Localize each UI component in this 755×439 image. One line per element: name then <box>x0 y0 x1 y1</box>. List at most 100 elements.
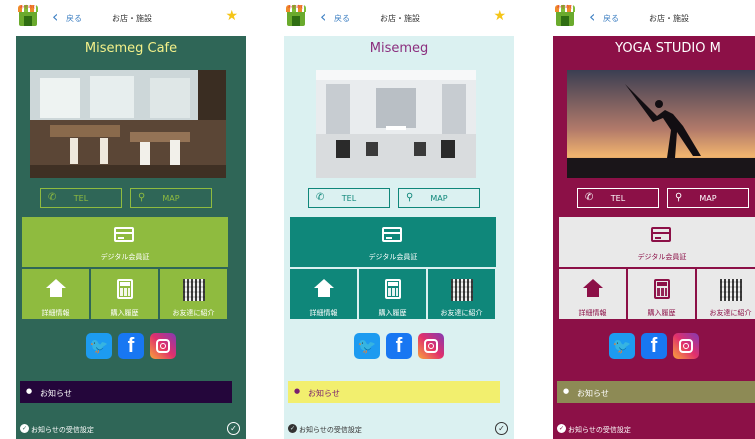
notification-settings-row[interactable]: ✓ お知らせの受信設定 ✓ <box>16 420 246 439</box>
social-links: 🐦 f <box>553 333 755 359</box>
tile-refer-friend[interactable]: お友達に紹介 <box>160 269 227 319</box>
notice-label: お知らせの受信設定 <box>568 426 631 434</box>
instagram-icon[interactable] <box>418 333 444 359</box>
chat-bubble-icon: ● <box>294 387 301 395</box>
tile-label: 購入履歴 <box>378 309 407 317</box>
check-toggle-icon[interactable]: ✓ <box>227 422 240 435</box>
shop-screen: Misemeg Cafe ✆ TEL ⚲ MAP デジタル会員証 詳細情報 購入… <box>16 36 246 439</box>
tel-button[interactable]: ✆ TEL <box>577 188 659 208</box>
card-icon <box>114 227 134 242</box>
star-icon[interactable]: ★ <box>225 9 238 23</box>
card-label: デジタル会員証 <box>368 253 418 261</box>
tile-label: お友達に紹介 <box>440 309 483 317</box>
check-circle-icon: ✓ <box>557 424 566 433</box>
facebook-icon[interactable]: f <box>118 333 144 359</box>
instagram-icon[interactable] <box>673 333 699 359</box>
tile-label: 購入履歴 <box>110 309 139 317</box>
tile-refer-friend[interactable]: お友達に紹介 <box>428 269 495 319</box>
map-button[interactable]: ⚲ MAP <box>398 188 480 208</box>
map-button[interactable]: ⚲ MAP <box>667 188 749 208</box>
chevron-left-icon[interactable]: ‹ <box>52 9 58 25</box>
map-label: MAP <box>430 194 448 203</box>
notice-label: お知らせの受信設定 <box>31 426 94 434</box>
notification-settings-row[interactable]: ✓ お知らせの受信設定 ✓ <box>284 420 514 439</box>
social-links: 🐦 f <box>284 333 514 359</box>
home-icon <box>313 279 334 297</box>
shop-title: Misemeg <box>369 41 429 56</box>
calculator-icon <box>653 279 670 299</box>
notice-label: お知らせの受信設定 <box>299 426 362 434</box>
twitter-icon[interactable]: 🐦 <box>86 333 112 359</box>
misemeg-logo[interactable]: みせめぐ <box>555 4 575 29</box>
app-screens: みせめぐ ‹ 戻る お店・施設 ★ Misemeg Cafe ✆ TEL ⚲ M… <box>0 0 755 439</box>
card-icon <box>651 227 671 242</box>
digital-membership-card-button[interactable]: デジタル会員証 <box>22 217 228 267</box>
social-links: 🐦 f <box>16 333 246 359</box>
logo-text: みせめぐ <box>557 4 573 9</box>
map-label: MAP <box>699 194 717 203</box>
logo-text: みせめぐ <box>288 4 304 9</box>
calculator-icon <box>116 279 133 299</box>
breadcrumb: お店・施設 <box>112 14 152 23</box>
tile-purchase-history[interactable]: 購入履歴 <box>91 269 158 319</box>
misemeg-logo[interactable]: みせめぐ <box>286 4 306 29</box>
qr-code-icon <box>719 279 742 301</box>
top-bar: みせめぐ ‹ 戻る お店・施設 ★ <box>284 0 514 36</box>
chevron-left-icon[interactable]: ‹ <box>320 9 326 25</box>
tile-details[interactable]: 詳細情報 <box>290 269 357 319</box>
tile-details[interactable]: 詳細情報 <box>559 269 626 319</box>
notification-settings-row[interactable]: ✓ お知らせの受信設定 <box>553 420 755 439</box>
tile-label: お友達に紹介 <box>172 309 215 317</box>
top-bar: みせめぐ ‹ 戻る お店・施設 <box>553 0 755 36</box>
back-link[interactable]: 戻る <box>66 13 82 24</box>
facebook-icon[interactable]: f <box>386 333 412 359</box>
breadcrumb: お店・施設 <box>380 14 420 23</box>
instagram-icon[interactable] <box>150 333 176 359</box>
top-bar: みせめぐ ‹ 戻る お店・施設 ★ <box>16 0 246 36</box>
tile-purchase-history[interactable]: 購入履歴 <box>359 269 426 319</box>
qr-code-icon <box>450 279 473 301</box>
tel-label: TEL <box>73 194 89 203</box>
shop-screen: Misemeg ✆ TEL ⚲ MAP デジタル会員証 詳細情報 購入履歴 お友… <box>284 36 514 439</box>
yoga-silhouette-photo <box>567 70 755 178</box>
digital-membership-card-button[interactable]: デジタル会員証 <box>559 217 755 267</box>
shop-title: YOGA STUDIO M <box>615 41 721 56</box>
check-circle-icon: ✓ <box>288 424 297 433</box>
shop-screen: YOGA STUDIO M ✆ TEL ⚲ MAP デジタル会員証 詳細情報 購… <box>553 36 755 439</box>
chevron-left-icon[interactable]: ‹ <box>589 9 595 25</box>
back-link[interactable]: 戻る <box>334 13 350 24</box>
back-link[interactable]: 戻る <box>603 13 619 24</box>
tel-label: TEL <box>610 194 626 203</box>
twitter-icon[interactable]: 🐦 <box>354 333 380 359</box>
breadcrumb: お店・施設 <box>649 14 689 23</box>
chat-bubble-icon: ● <box>26 387 33 395</box>
tel-button[interactable]: ✆ TEL <box>308 188 390 208</box>
home-icon <box>582 279 603 297</box>
map-button[interactable]: ⚲ MAP <box>130 188 212 208</box>
check-toggle-icon[interactable]: ✓ <box>495 422 508 435</box>
facebook-icon[interactable]: f <box>641 333 667 359</box>
news-bar[interactable]: ● お知らせ <box>288 381 500 403</box>
tel-button[interactable]: ✆ TEL <box>40 188 122 208</box>
tile-label: お友達に紹介 <box>709 309 752 317</box>
misemeg-logo[interactable]: みせめぐ <box>18 4 38 29</box>
qr-code-icon <box>182 279 205 301</box>
card-label: デジタル会員証 <box>100 253 150 261</box>
tile-label: 詳細情報 <box>41 309 70 317</box>
tile-details[interactable]: 詳細情報 <box>22 269 89 319</box>
tile-refer-friend[interactable]: お友達に紹介 <box>697 269 755 319</box>
phone-screen-cafe: みせめぐ ‹ 戻る お店・施設 ★ Misemeg Cafe ✆ TEL ⚲ M… <box>16 0 246 439</box>
tile-label: 詳細情報 <box>578 309 607 317</box>
star-icon[interactable]: ★ <box>493 9 506 23</box>
salon-interior-photo <box>316 70 476 178</box>
tile-purchase-history[interactable]: 購入履歴 <box>628 269 695 319</box>
map-label: MAP <box>162 194 180 203</box>
news-bar[interactable]: ● お知らせ <box>557 381 755 403</box>
news-label: お知らせ <box>577 389 609 398</box>
tile-label: 詳細情報 <box>309 309 338 317</box>
card-icon <box>382 227 402 242</box>
digital-membership-card-button[interactable]: デジタル会員証 <box>290 217 496 267</box>
twitter-icon[interactable]: 🐦 <box>609 333 635 359</box>
news-bar[interactable]: ● お知らせ <box>20 381 232 403</box>
phone-screen-yoga: みせめぐ ‹ 戻る お店・施設 YOGA STUDIO M ✆ TEL ⚲ MA… <box>553 0 755 439</box>
